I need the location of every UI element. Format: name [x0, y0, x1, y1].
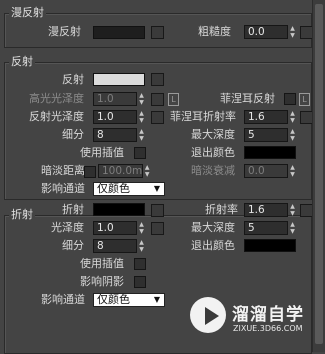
refract-subdivs-spinner[interactable]: 8 ▲ ▼ [93, 239, 145, 253]
reflect-use-interp-label: 使用插值 [80, 146, 124, 159]
panel-scrollbar-thumb[interactable] [315, 4, 323, 344]
hilight-lock-button[interactable]: L [168, 93, 179, 106]
reflect-use-interp-checkbox[interactable] [134, 147, 146, 159]
refraction-group-title: 折射 [9, 208, 35, 221]
refract-max-depth-spinner[interactable]: 5 ▲ ▼ [244, 221, 296, 235]
hilight-glossiness-value[interactable]: 1.0 [93, 92, 137, 106]
watermark-logo-icon [190, 297, 226, 333]
affect-shadows-label: 影响阴影 [80, 275, 124, 288]
chevron-down-icon: ▼ [153, 295, 160, 304]
refract-subdivs-label: 细分 [62, 239, 84, 252]
diffuse-color-swatch[interactable] [93, 26, 145, 39]
dim-falloff-value[interactable]: 0.0 [244, 164, 288, 178]
reflect-glossiness-value[interactable]: 1.0 [93, 110, 137, 124]
reflect-max-depth-value[interactable]: 5 [244, 128, 288, 142]
reflect-affect-channels-value[interactable]: 仅颜色 [97, 182, 130, 195]
dim-distance-value[interactable]: 100.0m [98, 164, 144, 178]
refract-glossiness-spinner-arrows[interactable]: ▲ ▼ [138, 221, 145, 235]
dim-falloff-spinner-arrows[interactable]: ▲ ▼ [289, 164, 296, 178]
hilight-glossiness-spinner[interactable]: 1.0 ▲ ▼ [93, 92, 145, 106]
roughness-value[interactable]: 0.0 [244, 25, 288, 39]
refract-use-interp-label: 使用插值 [80, 257, 124, 270]
refract-max-depth-value[interactable]: 5 [244, 221, 288, 235]
refract-exit-color-swatch[interactable] [244, 239, 296, 252]
reflect-color-swatch[interactable] [93, 73, 145, 86]
reflect-glossiness-spinner-arrows[interactable]: ▲ ▼ [138, 110, 145, 124]
refract-glossiness-map-button[interactable] [151, 222, 164, 235]
refract-affect-channels-dropdown[interactable]: 仅颜色 ▼ [93, 293, 165, 307]
reflect-exit-color-swatch[interactable] [244, 146, 296, 159]
fresnel-ior-value[interactable]: 1.6 [244, 110, 288, 124]
fresnel-lock-button[interactable]: L [299, 93, 310, 106]
dim-distance-label: 暗淡距离 [41, 164, 85, 177]
reflect-glossiness-map-button[interactable] [151, 111, 164, 124]
reflect-subdivs-spinner[interactable]: 8 ▲ ▼ [93, 128, 145, 142]
refract-ior-spinner-arrows[interactable]: ▲ ▼ [289, 203, 296, 217]
reflect-max-depth-spinner-arrows[interactable]: ▲ ▼ [289, 128, 296, 142]
reflect-subdivs-value[interactable]: 8 [93, 128, 137, 142]
watermark-url: ZIXUE.3D66.COM [233, 324, 303, 333]
refract-ior-value[interactable]: 1.6 [244, 203, 288, 217]
chevron-down-icon: ▼ [153, 184, 160, 193]
affect-shadows-checkbox[interactable] [134, 276, 146, 288]
refract-glossiness-spinner[interactable]: 1.0 ▲ ▼ [93, 221, 145, 235]
refract-subdivs-value[interactable]: 8 [93, 239, 137, 253]
diffuse-group-title: 漫反射 [9, 6, 46, 19]
refract-affect-channels-value[interactable]: 仅颜色 [97, 293, 130, 306]
diffuse-label: 漫反射 [48, 25, 81, 38]
panel-scrollbar[interactable] [312, 0, 325, 352]
reflect-glossiness-label: 反射光泽度 [29, 110, 84, 123]
diffuse-map-button[interactable] [151, 26, 164, 39]
refract-color-swatch[interactable] [93, 203, 145, 216]
refract-glossiness-value[interactable]: 1.0 [93, 221, 137, 235]
reflect-label: 反射 [62, 73, 84, 86]
reflect-exit-color-label: 退出颜色 [191, 146, 235, 159]
reflect-affect-channels-label: 影响通道 [41, 182, 85, 195]
refract-ior-spinner[interactable]: 1.6 ▲ ▼ [244, 203, 296, 217]
roughness-label: 粗糙度 [198, 25, 231, 38]
dim-falloff-label: 暗淡衰减 [191, 164, 235, 177]
hilight-glossiness-spinner-arrows[interactable]: ▲ ▼ [138, 92, 145, 106]
reflect-subdivs-label: 细分 [62, 128, 84, 141]
fresnel-label: 菲涅耳反射 [220, 92, 275, 105]
refract-map-button[interactable] [151, 204, 164, 217]
refract-max-depth-spinner-arrows[interactable]: ▲ ▼ [289, 221, 296, 235]
reflect-map-button[interactable] [151, 73, 164, 86]
refract-ior-label: 折射率 [205, 203, 238, 216]
play-icon [205, 307, 219, 325]
refract-max-depth-label: 最大深度 [191, 221, 235, 234]
dim-distance-spinner[interactable]: 100.0m ▲ ▼ [98, 164, 150, 178]
refract-use-interp-checkbox[interactable] [134, 258, 146, 270]
refract-glossiness-label: 光泽度 [51, 221, 84, 234]
fresnel-ior-spinner[interactable]: 1.6 ▲ ▼ [244, 110, 296, 124]
watermark-title: 溜溜自学 [232, 305, 304, 325]
reflect-max-depth-spinner[interactable]: 5 ▲ ▼ [244, 128, 296, 142]
dim-falloff-spinner[interactable]: 0.0 ▲ ▼ [244, 164, 296, 178]
fresnel-checkbox[interactable] [284, 93, 296, 105]
fresnel-ior-spinner-arrows[interactable]: ▲ ▼ [289, 110, 296, 124]
watermark: 溜溜自学 ZIXUE.3D66.COM [186, 295, 312, 345]
dim-distance-checkbox[interactable] [84, 166, 96, 178]
roughness-spinner-arrows[interactable]: ▲ ▼ [289, 25, 296, 39]
hilight-glossiness-map-button[interactable] [151, 93, 164, 106]
dim-distance-spinner-arrows[interactable]: ▲ ▼ [144, 164, 150, 178]
fresnel-ior-label: 菲涅耳折射率 [170, 110, 236, 123]
reflect-affect-channels-dropdown[interactable]: 仅颜色 ▼ [93, 182, 165, 196]
reflection-group-title: 反射 [9, 55, 35, 68]
refract-subdivs-spinner-arrows[interactable]: ▲ ▼ [138, 239, 145, 253]
refract-label: 折射 [62, 203, 84, 216]
reflect-glossiness-spinner[interactable]: 1.0 ▲ ▼ [93, 110, 145, 124]
refract-affect-channels-label: 影响通道 [41, 293, 85, 306]
hilight-glossiness-label: 高光光泽度 [29, 92, 84, 105]
roughness-spinner[interactable]: 0.0 ▲ ▼ [244, 25, 296, 39]
reflect-subdivs-spinner-arrows[interactable]: ▲ ▼ [138, 128, 145, 142]
reflect-max-depth-label: 最大深度 [191, 128, 235, 141]
refract-exit-color-label: 退出颜色 [191, 239, 235, 252]
